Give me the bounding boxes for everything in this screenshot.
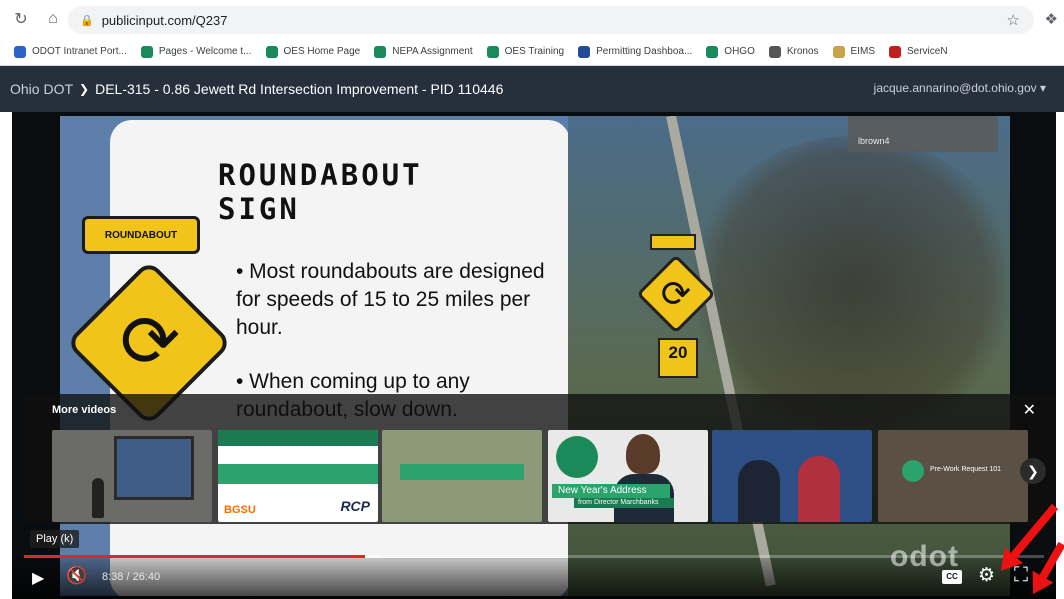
bookmark-label: Permitting Dashboa...: [596, 46, 693, 57]
thumb-badge-icon: [902, 460, 924, 482]
bookmark-label: ServiceN: [907, 46, 948, 57]
more-videos-title: More videos: [52, 404, 117, 416]
bookmark-favicon-icon: [706, 45, 719, 58]
bookmark-item[interactable]: OES Training: [486, 45, 565, 58]
bookmarks-bar: ODOT Intranet Port... Pages - Welcome t..…: [0, 38, 1064, 66]
bookmark-label: ODOT Intranet Port...: [32, 46, 127, 57]
odot-logo-icon: [556, 436, 598, 478]
bookmark-label: NEPA Assignment: [392, 46, 473, 57]
reload-icon[interactable]: ↻: [10, 8, 32, 30]
bookmark-star-icon[interactable]: ☆: [1007, 11, 1020, 29]
bookmark-favicon-icon: [486, 45, 499, 58]
roundabout-label-sign: [650, 234, 696, 250]
bookmark-item[interactable]: OHGO: [706, 45, 755, 58]
speed-value: 20: [668, 343, 688, 362]
bookmark-item[interactable]: Permitting Dashboa...: [578, 45, 693, 58]
chevron-right-icon[interactable]: ❯: [1020, 458, 1046, 484]
screen: ↻ ⌂ 🔒 publicinput.com/Q237 ☆ ❖ ODOT Intr…: [0, 0, 1064, 599]
close-icon[interactable]: ✕: [1023, 400, 1036, 420]
speaker-face: [626, 434, 660, 474]
bookmark-item[interactable]: NEPA Assignment: [374, 45, 473, 58]
chevron-right-icon: ❯: [79, 82, 90, 96]
progress-played: [24, 555, 365, 558]
thumb-caption: Pre-Work Request 101: [930, 466, 1002, 473]
slide-title: ROUNDABOUT SIGN: [218, 158, 423, 226]
bookmark-favicon-icon: [768, 45, 781, 58]
bookmark-item[interactable]: ODOT Intranet Port...: [14, 45, 127, 58]
video-thumbnail[interactable]: [382, 430, 542, 522]
thumb-subcaption: from Director Marchbanks: [574, 498, 674, 508]
roundabout-arrows-icon: ⟳: [119, 302, 181, 382]
app-header: Ohio DOT ❯ DEL-315 - 0.86 Jewett Rd Inte…: [0, 66, 1064, 112]
extensions-icon[interactable]: ❖: [1045, 10, 1058, 28]
speed-sign: 20: [658, 338, 698, 378]
bookmark-favicon-icon: [140, 45, 153, 58]
time-display: 8:38 / 26:40: [102, 571, 161, 583]
thumb-logo-text: BGSU: [224, 504, 256, 516]
roundabout-sign-plate: ROUNDABOUT: [82, 216, 200, 254]
presenter: [92, 478, 104, 518]
participant-name: lbrown4: [858, 136, 890, 146]
presenter: [738, 460, 780, 522]
bookmark-label: EIMS: [850, 46, 875, 57]
lock-icon: 🔒: [80, 14, 94, 27]
tree-image: [688, 136, 1010, 436]
video-player[interactable]: ROUNDABOUT ⟳ ROUNDABOUT SIGN • Most roun…: [12, 112, 1056, 599]
video-thumbnail[interactable]: [52, 430, 212, 522]
bookmark-item[interactable]: OES Home Page: [265, 45, 361, 58]
video-thumbnail[interactable]: BGSU RCP: [218, 430, 378, 522]
home-icon[interactable]: ⌂: [42, 8, 64, 30]
bookmark-item[interactable]: Pages - Welcome t...: [140, 45, 252, 58]
bookmark-favicon-icon: [374, 45, 387, 58]
bookmark-item[interactable]: EIMS: [832, 45, 875, 58]
presenter: [798, 456, 840, 522]
video-thumbnail[interactable]: [712, 430, 872, 522]
thumb-caption: New Year's Address: [552, 484, 670, 498]
thumb-band: [218, 430, 378, 446]
bookmark-item[interactable]: Kronos: [768, 45, 819, 58]
url-text: publicinput.com/Q237: [101, 12, 228, 28]
bookmark-label: OHGO: [724, 46, 755, 57]
user-email: jacque.annarino@dot.ohio.gov: [873, 81, 1037, 95]
video-thumbnail[interactable]: Pre-Work Request 101: [878, 430, 1028, 522]
more-videos-panel: More videos ✕ BGSU RCP New Year's Addres…: [24, 394, 1056, 524]
muted-speaker-icon[interactable]: 🔇: [66, 566, 87, 586]
slide-bullet: • Most roundabouts are designed for spee…: [236, 260, 545, 339]
bookmark-favicon-icon: [14, 45, 26, 58]
thumb-banner: [400, 464, 524, 480]
play-tooltip: Play (k): [30, 530, 80, 548]
thumb-logo-text: RCP: [340, 498, 370, 514]
bookmark-item[interactable]: ServiceN: [889, 45, 948, 58]
captions-button[interactable]: CC: [942, 570, 962, 584]
page-title: DEL-315 - 0.86 Jewett Rd Intersection Im…: [95, 81, 504, 97]
camera-feed: ⟳ 20: [568, 116, 1010, 596]
bookmark-label: Pages - Welcome t...: [158, 46, 252, 57]
bookmark-label: Kronos: [786, 46, 819, 57]
browser-toolbar: ↻ ⌂ 🔒 publicinput.com/Q237 ☆ ❖: [0, 0, 1064, 38]
participant-tile: [848, 116, 998, 152]
thumb-band: [218, 464, 378, 484]
video-thumbnail[interactable]: New Year's Address from Director Marchba…: [548, 430, 708, 522]
bookmark-favicon-icon: [265, 45, 278, 58]
address-bar[interactable]: 🔒 publicinput.com/Q237 ☆: [68, 6, 1034, 34]
gear-icon[interactable]: ⚙: [978, 564, 995, 587]
projector-screen: [114, 436, 194, 500]
bookmark-favicon-icon: [832, 45, 845, 58]
bookmark-label: OES Home Page: [283, 46, 361, 57]
bookmark-label: OES Training: [504, 46, 565, 57]
roundabout-arrows-icon: ⟳: [660, 273, 692, 314]
play-icon[interactable]: ▶: [32, 568, 44, 588]
user-menu[interactable]: jacque.annarino@dot.ohio.gov ▾: [874, 81, 1046, 95]
presentation-slide: ROUNDABOUT ⟳ ROUNDABOUT SIGN • Most roun…: [60, 116, 568, 596]
watermark-logo: odot: [890, 540, 959, 573]
bookmark-favicon-icon: [889, 45, 901, 58]
brand-link[interactable]: Ohio DOT: [10, 81, 73, 97]
bookmark-favicon-icon: [578, 45, 591, 58]
